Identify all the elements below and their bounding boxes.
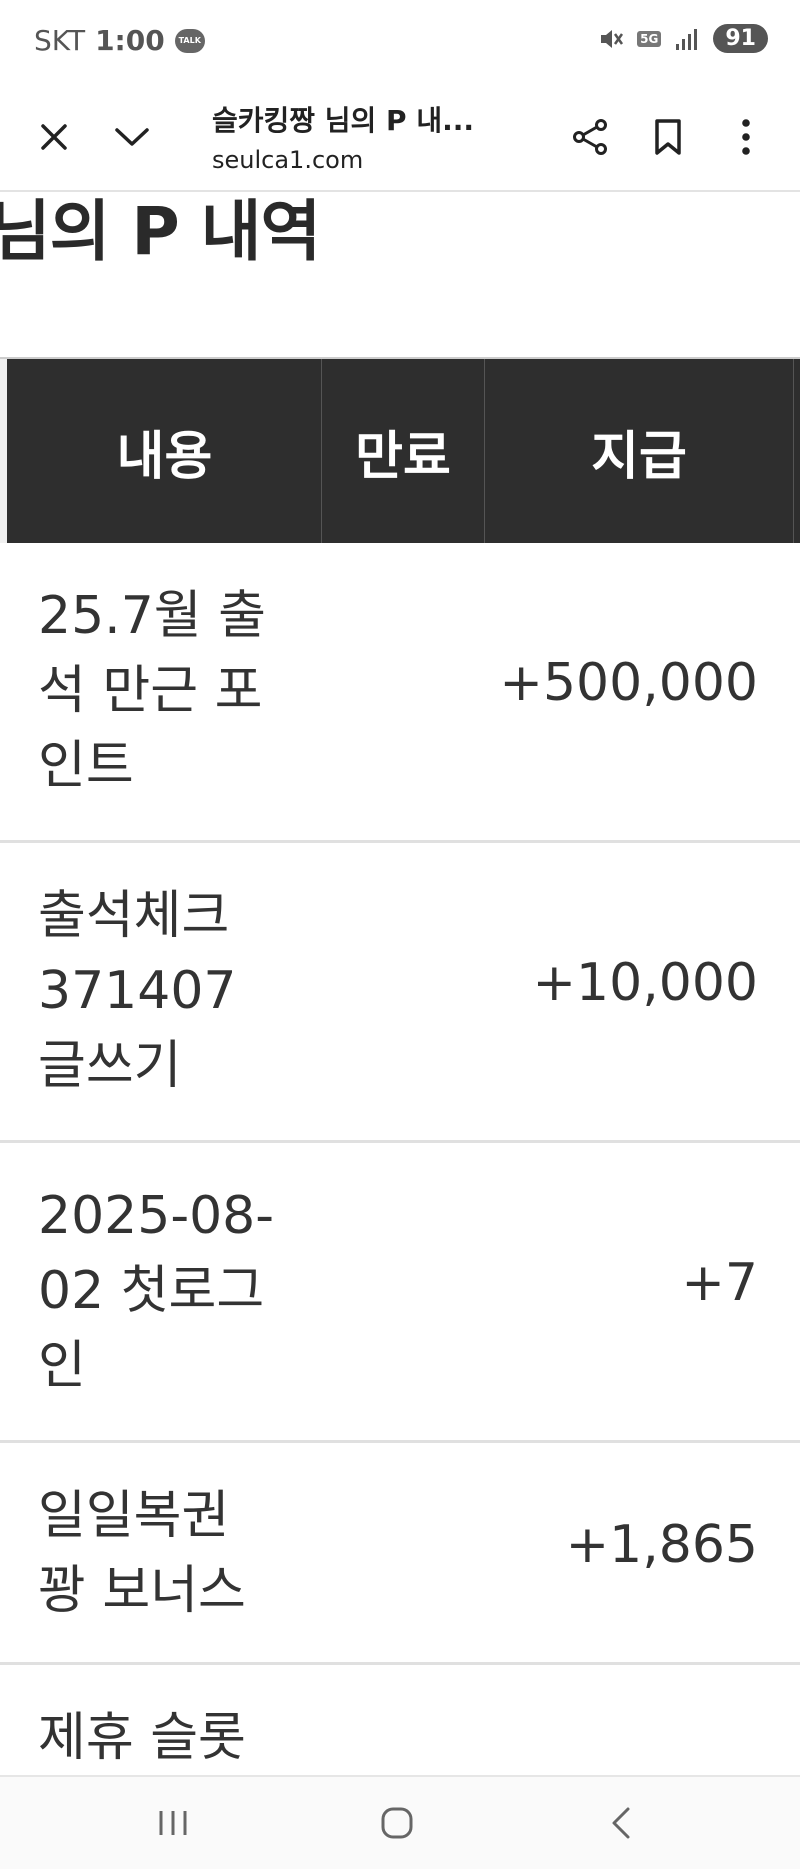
battery-indicator: 91 bbox=[713, 24, 768, 53]
signal-icon bbox=[673, 25, 701, 53]
column-header-expiry: 만료 bbox=[355, 426, 451, 487]
points-history-table: 내용 만료 지급 25.7월 출석 만근 포인트 +500,000 출석체크 3… bbox=[0, 357, 800, 1865]
table-row: 25.7월 출석 만근 포인트 +500,000 bbox=[0, 543, 800, 843]
status-bar: SKT 1:00 TALK 5G 91 bbox=[0, 0, 800, 84]
share-icon[interactable] bbox=[562, 109, 618, 165]
clock: 1:00 bbox=[95, 24, 165, 57]
browser-toolbar: 슬카킹짱 님의 P 내... seulca1.com bbox=[0, 84, 800, 192]
table-header: 내용 만료 지급 bbox=[0, 357, 800, 543]
more-options-icon[interactable] bbox=[718, 109, 774, 165]
chevron-down-icon[interactable] bbox=[104, 109, 160, 165]
browser-page-title: 슬카킹짱 님의 P 내... bbox=[212, 104, 474, 137]
system-nav-bar bbox=[0, 1775, 800, 1869]
table-row: 일일복권 꽝 보너스 +1,865 bbox=[0, 1443, 800, 1665]
status-right: 5G 91 bbox=[597, 24, 768, 53]
row-amount: +1,865 bbox=[565, 1515, 758, 1575]
talk-badge-label: TALK bbox=[178, 36, 201, 45]
table-row: 2025-08-02 첫로그인 +7 bbox=[0, 1143, 800, 1443]
column-header-content: 내용 bbox=[116, 426, 213, 487]
recents-icon[interactable] bbox=[143, 1797, 203, 1849]
row-amount: +10,000 bbox=[532, 953, 758, 1013]
table-edge bbox=[0, 359, 7, 543]
bookmark-icon[interactable] bbox=[640, 109, 696, 165]
row-amount: +500,000 bbox=[499, 653, 758, 713]
kakaotalk-icon: TALK bbox=[174, 28, 205, 53]
back-icon[interactable] bbox=[591, 1797, 651, 1849]
carrier-label: SKT bbox=[34, 24, 86, 57]
home-icon[interactable] bbox=[367, 1797, 427, 1849]
row-content: 2025-08-02 첫로그인 bbox=[38, 1186, 275, 1396]
close-icon[interactable] bbox=[26, 109, 82, 165]
network-type-badge: 5G bbox=[637, 30, 662, 47]
row-amount: +7 bbox=[681, 1253, 758, 1313]
column-header-grant: 지급 bbox=[591, 426, 687, 487]
mute-icon bbox=[597, 25, 625, 53]
row-content: 출석체크 371407 글쓰기 bbox=[38, 886, 237, 1096]
browser-url[interactable]: seulca1.com bbox=[212, 146, 363, 174]
column-divider bbox=[793, 359, 794, 543]
row-content: 25.7월 출석 만근 포인트 bbox=[38, 586, 266, 796]
row-content: 제휴 슬롯 bbox=[38, 1708, 246, 1768]
page-title: 님의 P 내역 bbox=[0, 193, 321, 270]
row-content: 일일복권 꽝 보너스 bbox=[38, 1486, 246, 1621]
status-left: SKT 1:00 TALK bbox=[34, 24, 205, 57]
table-row: 출석체크 371407 글쓰기 +10,000 bbox=[0, 843, 800, 1143]
